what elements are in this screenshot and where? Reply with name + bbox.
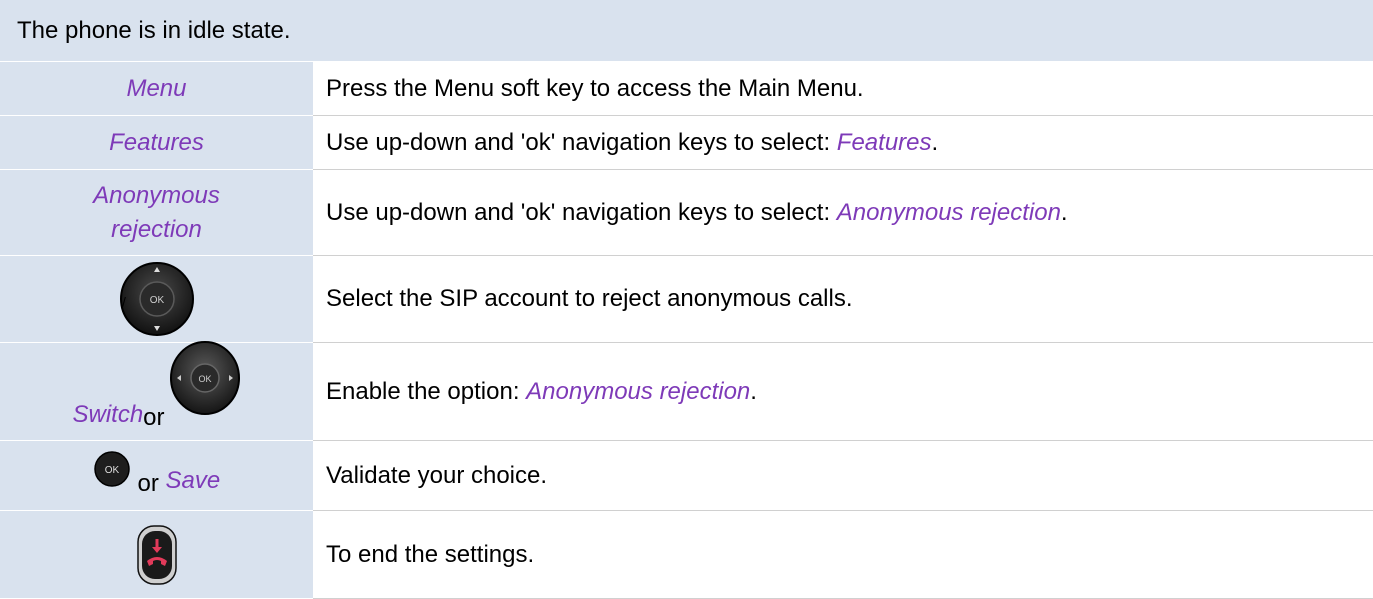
description-cell: Press the Menu soft key to access the Ma… (313, 62, 1373, 116)
ok-nav-key-icon: OK / (119, 262, 194, 336)
key-cell: OK / (0, 256, 313, 343)
description-emphasis: Features (836, 128, 932, 156)
menu-softkey-label: Menu (126, 74, 187, 102)
key-cell: Anonymous rejection (0, 170, 313, 256)
features-label: Features (109, 128, 204, 156)
table-header: The phone is in idle state. (0, 0, 1373, 62)
table-row: Menu Press the Menu soft key to access t… (0, 62, 1373, 116)
description-text: Select the SIP account to reject anonymo… (326, 285, 853, 312)
end-call-key-icon (136, 524, 177, 585)
svg-text:/: / (122, 294, 126, 310)
key-cell: OK or Save (0, 441, 313, 511)
description-suffix: . (1060, 198, 1068, 226)
table-row: Anonymous rejection Use up-down and 'ok' … (0, 170, 1373, 256)
description-cell: Enable the option: Anonymous rejection. (313, 343, 1373, 441)
description-text: Use up-down and 'ok' navigation keys to … (326, 129, 938, 157)
description-text: Enable the option: Anonymous rejection. (326, 378, 757, 406)
description-prefix: Enable the option: (326, 377, 527, 405)
description-text: To end the settings. (326, 540, 535, 568)
table-row: OK / Select the SIP account to reject an… (0, 256, 1373, 343)
instruction-table: The phone is in idle state. Menu Press t… (0, 0, 1373, 599)
or-text: or (143, 404, 165, 431)
table-row: Features Use up-down and 'ok' navigation… (0, 116, 1373, 170)
description-prefix: Use up-down and 'ok' navigation keys to … (326, 128, 837, 156)
description-emphasis: Anonymous rejection (526, 377, 751, 405)
save-softkey-label: Save (165, 467, 221, 494)
description-text: Press the Menu soft key to access the Ma… (326, 74, 864, 102)
header-text: The phone is in idle state. (17, 16, 291, 44)
svg-text:OK: OK (105, 465, 120, 476)
label-line-2: rejection (111, 215, 202, 243)
description-text: Validate your choice. (326, 461, 548, 489)
description-cell: To end the settings. (313, 511, 1373, 599)
description-cell: Use up-down and 'ok' navigation keys to … (313, 170, 1373, 256)
svg-text:OK: OK (198, 374, 211, 384)
or-text: or (130, 470, 166, 497)
key-cell: Menu (0, 62, 313, 116)
anonymous-rejection-label: Anonymous rejection (93, 179, 220, 247)
table-row: Switch or OK Enable the option: Anonymou… (0, 341, 1373, 441)
ok-left-right-key-icon: OK (169, 341, 240, 415)
description-emphasis: Anonymous rejection (836, 198, 1061, 226)
ok-key-icon: OK (94, 451, 130, 487)
label-line-1: Anonymous (93, 181, 220, 209)
table-row: To end the settings. (0, 511, 1373, 599)
description-cell: Select the SIP account to reject anonymo… (313, 256, 1373, 343)
description-suffix: . (931, 128, 939, 156)
description-suffix: . (750, 377, 757, 405)
key-cell: Features (0, 116, 313, 170)
key-cell: Switch or OK (0, 341, 313, 441)
table-row: OK or Save Validate your choice. (0, 441, 1373, 511)
description-cell: Validate your choice. (313, 441, 1373, 511)
key-cell (0, 511, 313, 599)
description-cell: Use up-down and 'ok' navigation keys to … (313, 116, 1373, 170)
svg-text:OK: OK (149, 295, 164, 306)
switch-softkey-label: Switch (72, 401, 144, 428)
description-text: Use up-down and 'ok' navigation keys to … (326, 199, 1068, 227)
description-prefix: Use up-down and 'ok' navigation keys to … (326, 198, 837, 226)
